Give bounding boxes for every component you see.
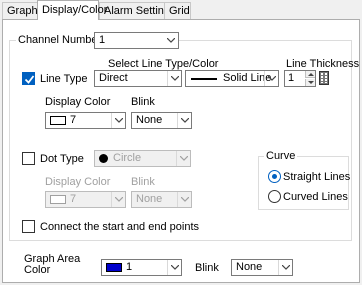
graph-area-color-value: 1 — [126, 261, 133, 273]
spin-down-icon[interactable] — [305, 79, 315, 86]
connect-points-checkbox[interactable] — [22, 220, 35, 233]
chevron-down-icon — [264, 71, 278, 86]
dot-type-checkbox-label: Dot Type — [40, 153, 84, 165]
connect-points-label: Connect the start and end points — [40, 221, 199, 233]
dot-shape-dropdown[interactable]: Circle — [94, 150, 191, 167]
dot-display-color-value: 7 — [70, 193, 77, 205]
dot-display-color-dropdown[interactable]: 7 — [45, 191, 126, 208]
straight-lines-radio[interactable] — [268, 170, 281, 183]
line-type-checkbox-label: Line Type — [40, 73, 88, 85]
tab-display-color[interactable]: Display/Color — [37, 0, 107, 20]
graph-area-color-dropdown[interactable]: 1 — [101, 259, 182, 276]
channel-number-dropdown[interactable]: 1 — [94, 32, 179, 49]
chevron-down-icon — [167, 260, 181, 275]
channel-number-value: 1 — [99, 34, 106, 46]
line-type-dropdown[interactable]: Direct — [94, 70, 182, 87]
straight-lines-label: Straight Lines — [283, 171, 351, 183]
color-swatch — [106, 263, 122, 272]
tab-graph[interactable]: Graph — [2, 2, 38, 19]
dot-blink-label: Blink — [131, 176, 155, 188]
graph-area-blink-value: None — [236, 261, 263, 273]
dot-shape-value: Circle — [113, 152, 142, 164]
solid-line-icon — [191, 78, 217, 80]
select-line-type-label: Select Line Type/Color — [108, 58, 219, 70]
color-swatch — [50, 116, 66, 125]
line-type-checkbox[interactable] — [22, 72, 35, 85]
graph-area-label-line2: Color — [24, 264, 51, 276]
radio-dot — [272, 174, 277, 179]
channel-number-label: Channel Number — [16, 34, 104, 46]
spin-up-icon[interactable] — [305, 71, 315, 78]
color-swatch — [50, 195, 66, 204]
line-thickness-value: 1 — [288, 72, 295, 84]
grid-calculator-icon[interactable] — [319, 71, 329, 85]
line-style-dropdown[interactable]: Solid Line — [185, 70, 279, 87]
line-type-value: Direct — [99, 72, 128, 84]
line-thickness-label: Line Thickness — [286, 58, 360, 70]
tab-label: Graph — [7, 5, 38, 17]
chevron-down-icon — [278, 260, 292, 275]
chevron-down-icon — [177, 192, 191, 207]
line-blink-label: Blink — [131, 96, 155, 108]
line-display-color-label: Display Color — [45, 96, 111, 108]
chevron-down-icon — [111, 113, 125, 128]
curve-title: Curve — [264, 150, 298, 162]
chevron-down-icon — [111, 192, 125, 207]
tab-grid[interactable]: Grid — [164, 2, 191, 19]
checkmark-icon — [24, 75, 35, 84]
line-thickness-stepper[interactable]: 1 — [284, 70, 316, 87]
line-display-color-value: 7 — [70, 114, 77, 126]
dot-blink-value: None — [136, 193, 163, 205]
tab-alarm-settings[interactable]: Alarm Settings — [99, 2, 176, 19]
dot-type-checkbox[interactable] — [22, 152, 35, 165]
circle-icon — [99, 154, 108, 163]
chevron-down-icon — [164, 33, 178, 48]
graph-area-blink-dropdown[interactable]: None — [231, 259, 293, 276]
line-blink-value: None — [136, 114, 163, 126]
graph-area-color-label: Graph Area Color — [24, 254, 80, 276]
curved-lines-radio[interactable] — [268, 190, 281, 203]
curved-lines-label: Curved Lines — [283, 191, 348, 203]
chevron-down-icon — [167, 71, 181, 86]
chevron-down-icon — [176, 151, 190, 166]
dot-blink-dropdown[interactable]: None — [131, 191, 192, 208]
tab-label: Grid — [169, 5, 190, 17]
tab-label: Display/Color — [42, 4, 108, 16]
chevron-down-icon — [177, 113, 191, 128]
line-blink-dropdown[interactable]: None — [131, 112, 192, 129]
graph-area-blink-label: Blink — [195, 262, 219, 274]
line-display-color-dropdown[interactable]: 7 — [45, 112, 126, 129]
dot-display-color-label: Display Color — [45, 176, 111, 188]
